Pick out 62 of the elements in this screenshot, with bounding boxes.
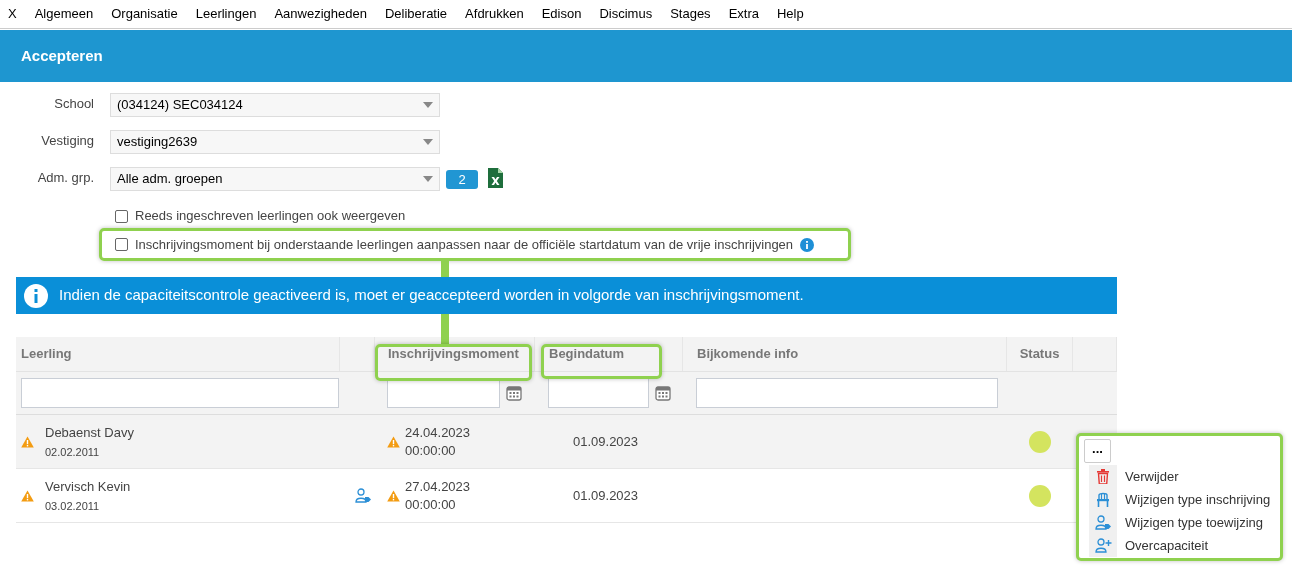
field-label: School xyxy=(53,95,94,113)
time-text: 00:00:00 xyxy=(405,441,457,460)
time-text: 00:00:00 xyxy=(405,495,457,514)
chair-icon xyxy=(1097,492,1109,507)
menu-item[interactable]: Afdrukken xyxy=(465,4,524,24)
filter-field[interactable] xyxy=(21,378,339,408)
column-header[interactable]: Inschrijvingsmoment xyxy=(388,344,519,364)
trash-icon xyxy=(1097,469,1109,484)
menu-item[interactable]: Discimus xyxy=(599,4,653,24)
menu-item[interactable]: Organisatie xyxy=(111,4,178,24)
caret-icon xyxy=(423,102,433,108)
menu-item[interactable]: Leerlingen xyxy=(195,4,257,24)
more-button[interactable]: ... xyxy=(1084,439,1111,463)
banner-text: Indien de capaciteitscontrole geactiveerd is, moet er geaccepteerd worden in volgorde van inschrijvingsmoment. xyxy=(59,285,804,306)
select-field[interactable]: Alle adm. groepen xyxy=(110,167,440,191)
spreadsheet-icon xyxy=(488,168,503,188)
date-text: 01.09.2023 xyxy=(573,432,639,451)
date-text: 27.04.2023 xyxy=(405,477,471,496)
column-header[interactable]: Status xyxy=(1019,344,1060,364)
calendar-icon xyxy=(506,385,522,401)
date-text: 01.09.2023 xyxy=(573,486,639,505)
student-name: Debaenst Davy xyxy=(45,423,134,442)
select-field[interactable]: vestiging2639 xyxy=(110,130,440,154)
student-name: Vervisch Kevin xyxy=(45,477,131,496)
select-value: vestiging2639 xyxy=(117,133,198,152)
person-tag-icon xyxy=(1094,515,1112,530)
menu-item[interactable]: Deliberatie xyxy=(384,4,448,24)
menu-item[interactable]: Edison xyxy=(541,4,582,24)
checkbox-label: Inschrijvingsmoment bij onderstaande leerlingen aanpassen naar de officiële startdatum van de vrije inschrijvingen xyxy=(135,235,794,254)
select-value: (034124) SEC034124 xyxy=(117,96,243,115)
column-header[interactable]: Begindatum xyxy=(549,344,625,364)
menu-item[interactable]: X xyxy=(8,4,17,24)
birth-date: 02.02.2011 xyxy=(45,445,101,460)
menu-item[interactable]: Overcapaciteit xyxy=(1089,534,1278,557)
menu-item[interactable]: Aanwezigheden xyxy=(274,4,367,24)
date-text: 24.04.2023 xyxy=(405,423,471,442)
caret-icon xyxy=(423,139,433,145)
menu-item[interactable]: Extra xyxy=(728,4,759,24)
menu-item[interactable]: Verwijder xyxy=(1089,465,1278,488)
menu-item[interactable]: Algemeen xyxy=(34,4,94,24)
context-menu[interactable]: ... Verwijder Wijzigen type inschrijving Wijzigen type toewijzing Overcapaciteit xyxy=(1076,433,1283,561)
menu-item[interactable]: Help xyxy=(776,4,804,24)
menu-item[interactable]: Wijzigen type toewijzing xyxy=(1089,511,1278,534)
birth-date: 03.02.2011 xyxy=(45,499,101,514)
select-field[interactable]: (034124) SEC034124 xyxy=(110,93,440,117)
filter-field[interactable] xyxy=(696,378,998,408)
calendar-icon xyxy=(655,385,671,401)
field-label: Adm. grp. xyxy=(36,169,94,187)
checkbox[interactable] xyxy=(115,238,128,251)
menu-item[interactable]: Wijzigen type inschrijving xyxy=(1089,488,1278,511)
checkbox-label: Reeds ingeschreven leerlingen ook weergeven xyxy=(135,207,406,226)
column-header[interactable]: Bijkomende info xyxy=(697,344,799,364)
info-icon xyxy=(23,282,49,309)
menu-item[interactable]: Stages xyxy=(670,4,711,24)
person-add-icon xyxy=(1094,538,1112,553)
filter-field[interactable] xyxy=(548,378,649,408)
checkbox[interactable] xyxy=(115,209,128,223)
select-value: Alle adm. groepen xyxy=(117,170,223,189)
column-header[interactable]: Leerling xyxy=(21,344,72,364)
page-title: Accepteren xyxy=(21,45,103,66)
field-label: Vestiging xyxy=(40,132,94,150)
caret-icon xyxy=(423,176,433,182)
